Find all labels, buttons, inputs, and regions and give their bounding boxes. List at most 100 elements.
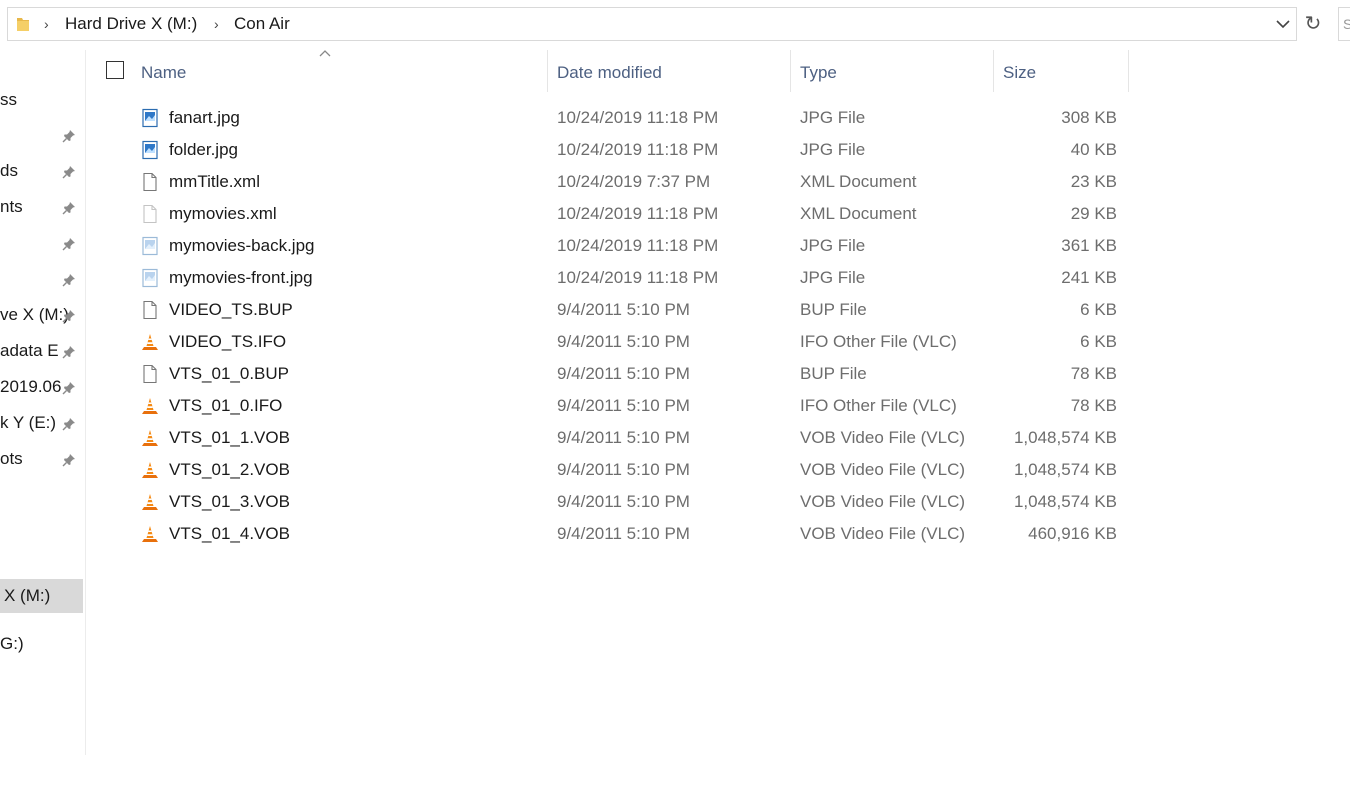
image-file-icon: [140, 108, 160, 128]
pin-icon[interactable]: [62, 236, 76, 251]
file-row[interactable]: VTS_01_3.VOB 9/4/2011 5:10 PM VOB Video Fi…: [100, 486, 1130, 518]
file-date-modified: 9/4/2011 5:10 PM: [557, 300, 690, 319]
search-icon: S: [1343, 16, 1350, 32]
nav-item-label: 2019.06: [0, 377, 62, 396]
chevron-down-icon[interactable]: [1274, 14, 1292, 34]
file-row[interactable]: VTS_01_0.BUP 9/4/2011 5:10 PM BUP File 78 K…: [100, 358, 1130, 390]
file-type: IFO Other File (VLC): [800, 396, 957, 415]
file-date-modified: 10/24/2019 11:18 PM: [557, 140, 719, 159]
vlc-cone-icon: [140, 492, 160, 512]
pin-icon[interactable]: [62, 452, 76, 467]
file-name: mmTitle.xml: [169, 172, 260, 191]
nav-item[interactable]: [0, 118, 83, 152]
vlc-cone-icon: [140, 460, 160, 480]
file-type: JPG File: [800, 108, 866, 127]
file-date-modified: 9/4/2011 5:10 PM: [557, 396, 690, 415]
breadcrumb-separator-icon[interactable]: ›: [44, 16, 49, 32]
file-size: 6 KB: [1080, 300, 1117, 319]
file-size: 40 KB: [1070, 140, 1117, 159]
column-divider[interactable]: [1128, 50, 1129, 92]
nav-item[interactable]: [0, 262, 83, 296]
pin-icon[interactable]: [62, 200, 76, 215]
file-date-modified: 10/24/2019 11:18 PM: [557, 268, 719, 287]
file-row[interactable]: VIDEO_TS.BUP 9/4/2011 5:10 PM BUP File 6 KB: [100, 294, 1130, 326]
nav-item-label: k Y (E:): [0, 413, 57, 432]
column-header-name[interactable]: Name: [100, 50, 547, 92]
file-name: mymovies.xml: [169, 204, 277, 223]
file-type: JPG File: [800, 236, 866, 255]
refresh-icon[interactable]: ↻: [1299, 10, 1327, 38]
nav-item[interactable]: [0, 226, 83, 260]
file-size: 308 KB: [1061, 108, 1117, 127]
file-row[interactable]: VTS_01_2.VOB 9/4/2011 5:10 PM VOB Video Fi…: [100, 454, 1130, 486]
file-size: 1,048,574 KB: [1013, 460, 1117, 479]
image-file-icon: [140, 140, 160, 160]
nav-item-label: G:): [0, 634, 24, 653]
file-name: mymovies-front.jpg: [169, 268, 313, 287]
search-input[interactable]: S: [1338, 7, 1350, 41]
file-type: VOB Video File (VLC): [800, 428, 966, 447]
nav-item[interactable]: ots: [0, 442, 83, 476]
pin-icon[interactable]: [62, 380, 76, 395]
breadcrumb-item[interactable]: Con Air: [234, 14, 290, 34]
file-row[interactable]: mymovies.xml 10/24/2019 11:18 PM XML Docum…: [100, 198, 1130, 230]
breadcrumb-item[interactable]: Hard Drive X (M:): [65, 14, 197, 34]
file-type: JPG File: [800, 268, 866, 287]
file-date-modified: 10/24/2019 11:18 PM: [557, 204, 719, 223]
pin-icon[interactable]: [62, 272, 76, 287]
pin-icon[interactable]: [62, 344, 76, 359]
document-icon: [140, 300, 160, 320]
file-row[interactable]: VIDEO_TS.IFO 9/4/2011 5:10 PM IFO Other Fi…: [100, 326, 1130, 358]
image-file-icon-faded: [140, 236, 160, 256]
file-date-modified: 10/24/2019 7:37 PM: [557, 172, 711, 191]
file-row[interactable]: mymovies-front.jpg 10/24/2019 11:18 PM JPG…: [100, 262, 1130, 294]
file-row[interactable]: folder.jpg 10/24/2019 11:18 PM JPG File 40 …: [100, 134, 1130, 166]
pin-icon[interactable]: [62, 164, 76, 179]
nav-item[interactable]: ss: [0, 83, 83, 117]
file-size: 78 KB: [1070, 396, 1117, 415]
pin-icon[interactable]: [62, 416, 76, 431]
nav-item-label: ds: [0, 161, 18, 180]
file-row[interactable]: mymovies-back.jpg 10/24/2019 11:18 PM JPG …: [100, 230, 1130, 262]
nav-item[interactable]: ds: [0, 154, 83, 188]
file-date-modified: 10/24/2019 11:18 PM: [557, 108, 719, 127]
nav-item-label: X (M:): [4, 586, 51, 605]
column-header-label: Date modified: [557, 63, 662, 82]
nav-item[interactable]: G:): [0, 627, 83, 661]
file-row[interactable]: mmTitle.xml 10/24/2019 7:37 PM XML Documen…: [100, 166, 1130, 198]
nav-item[interactable]: ve X (M:): [0, 298, 83, 332]
vlc-cone-icon: [140, 428, 160, 448]
address-bar[interactable]: › Hard Drive X (M:) › Con Air: [7, 7, 1297, 41]
file-name: VTS_01_1.VOB: [169, 428, 290, 447]
vlc-cone-icon: [140, 332, 160, 352]
column-header-size[interactable]: Size: [994, 50, 1128, 92]
vlc-cone-icon: [140, 524, 160, 544]
file-size: 29 KB: [1070, 204, 1117, 223]
file-row[interactable]: VTS_01_1.VOB 9/4/2011 5:10 PM VOB Video Fi…: [100, 422, 1130, 454]
column-header-label: Name: [141, 63, 187, 82]
file-size: 23 KB: [1070, 172, 1117, 191]
nav-item[interactable]: 2019.06: [0, 370, 83, 404]
document-icon-faded: [140, 204, 160, 224]
file-row[interactable]: VTS_01_0.IFO 9/4/2011 5:10 PM IFO Other Fi…: [100, 390, 1130, 422]
nav-item[interactable]: adata E: [0, 334, 83, 368]
column-header-type[interactable]: Type: [791, 50, 993, 92]
file-name: fanart.jpg: [169, 108, 240, 127]
file-type: XML Document: [800, 172, 917, 191]
breadcrumb-separator-icon[interactable]: ›: [214, 16, 219, 32]
pane-divider[interactable]: [85, 50, 86, 755]
file-size: 78 KB: [1070, 364, 1117, 383]
file-date-modified: 10/24/2019 11:18 PM: [557, 236, 719, 255]
nav-item[interactable]: k Y (E:): [0, 406, 83, 440]
file-size: 1,048,574 KB: [1013, 492, 1117, 511]
file-name: VTS_01_2.VOB: [169, 460, 290, 479]
nav-item[interactable]: X (M:): [0, 579, 83, 613]
nav-item[interactable]: nts: [0, 190, 83, 224]
file-size: 6 KB: [1080, 332, 1117, 351]
pin-icon[interactable]: [62, 308, 76, 323]
file-row[interactable]: fanart.jpg 10/24/2019 11:18 PM JPG File 308…: [100, 102, 1130, 134]
pin-icon[interactable]: [62, 128, 76, 143]
folder-icon: [17, 18, 29, 31]
column-header-date-modified[interactable]: Date modified: [548, 50, 790, 92]
file-row[interactable]: VTS_01_4.VOB 9/4/2011 5:10 PM VOB Video Fi…: [100, 518, 1130, 550]
